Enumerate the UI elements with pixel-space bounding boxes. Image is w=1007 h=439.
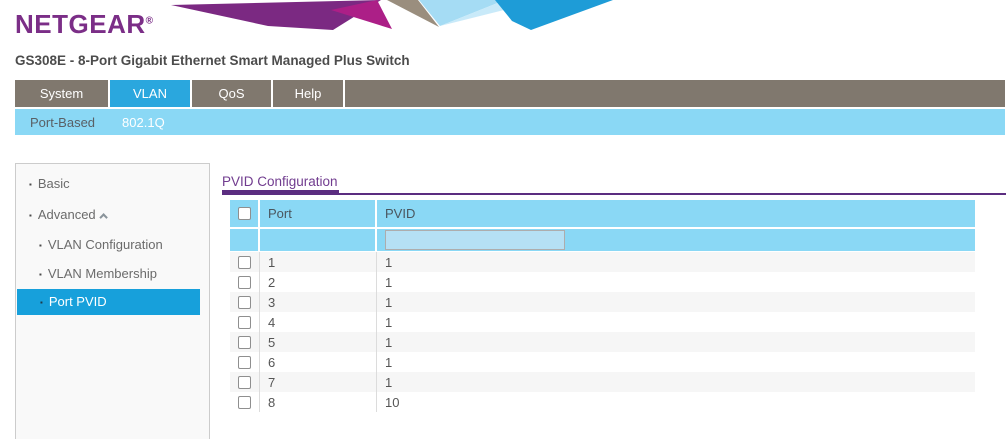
table-row: 4 1 bbox=[230, 312, 975, 332]
row-checkbox[interactable] bbox=[238, 296, 251, 309]
header-checkbox-cell bbox=[230, 200, 260, 227]
section-title: PVID Configuration bbox=[222, 174, 338, 189]
filter-pvid-cell bbox=[377, 229, 975, 251]
subnav-port-based[interactable]: Port-Based bbox=[30, 115, 95, 130]
bullet-icon: ▪ bbox=[40, 298, 43, 307]
table-row: 7 1 bbox=[230, 372, 975, 392]
column-header-pvid: PVID bbox=[377, 200, 975, 227]
pvid-cell: 1 bbox=[377, 332, 975, 352]
port-cell: 6 bbox=[260, 352, 377, 372]
main-nav: System VLAN QoS Help bbox=[15, 80, 1005, 107]
port-cell: 4 bbox=[260, 312, 377, 332]
select-all-checkbox[interactable] bbox=[238, 207, 251, 220]
pvid-cell: 10 bbox=[377, 392, 975, 412]
port-cell: 1 bbox=[260, 252, 377, 272]
pvid-cell: 1 bbox=[377, 252, 975, 272]
row-checkbox[interactable] bbox=[238, 396, 251, 409]
bullet-icon: ▪ bbox=[29, 180, 32, 189]
vlan-subnav: Port-Based 802.1Q bbox=[15, 109, 1005, 135]
pvid-filter-input[interactable] bbox=[385, 230, 565, 250]
table-row: 3 1 bbox=[230, 292, 975, 312]
sidebar-item-label: Advanced bbox=[38, 207, 96, 222]
sidebar-item-port-pvid[interactable]: ▪ Port PVID bbox=[17, 289, 200, 315]
chevron-up-icon bbox=[99, 213, 107, 221]
sidebar-item-label: VLAN Membership bbox=[48, 266, 157, 281]
row-checkbox[interactable] bbox=[238, 356, 251, 369]
netgear-logo-text: NETGEAR bbox=[15, 9, 146, 39]
row-checkbox[interactable] bbox=[238, 376, 251, 389]
page-title: GS308E - 8-Port Gigabit Ethernet Smart M… bbox=[15, 53, 410, 68]
port-cell: 3 bbox=[260, 292, 377, 312]
sidebar-item-label: VLAN Configuration bbox=[48, 237, 163, 252]
filter-checkbox-cell bbox=[230, 229, 260, 251]
pvid-cell: 1 bbox=[377, 372, 975, 392]
bullet-icon: ▪ bbox=[29, 211, 32, 220]
table-row: 1 1 bbox=[230, 252, 975, 272]
section-rule-accent bbox=[222, 190, 339, 195]
sidebar-item-advanced[interactable]: ▪ Advanced bbox=[16, 203, 209, 227]
tab-qos[interactable]: QoS bbox=[192, 80, 273, 107]
sidebar-item-vlan-membership[interactable]: ▪ VLAN Membership bbox=[16, 262, 209, 286]
sidebar-item-vlan-configuration[interactable]: ▪ VLAN Configuration bbox=[16, 233, 209, 257]
port-cell: 8 bbox=[260, 392, 377, 412]
sidebar-item-label: Port PVID bbox=[49, 294, 107, 309]
sidebar-item-label: Basic bbox=[38, 176, 70, 191]
section-rule bbox=[222, 193, 1006, 195]
filter-port-cell bbox=[260, 229, 377, 251]
tab-vlan[interactable]: VLAN bbox=[110, 80, 192, 107]
sidebar-item-basic[interactable]: ▪ Basic bbox=[16, 172, 209, 196]
port-cell: 7 bbox=[260, 372, 377, 392]
port-cell: 2 bbox=[260, 272, 377, 292]
header-banner-graphic bbox=[163, 0, 613, 30]
pvid-table: Port PVID 1 1 2 1 3 1 4 1 5 1 6 1 bbox=[230, 200, 975, 412]
port-cell: 5 bbox=[260, 332, 377, 352]
pvid-cell: 1 bbox=[377, 352, 975, 372]
pvid-cell: 1 bbox=[377, 272, 975, 292]
pvid-cell: 1 bbox=[377, 312, 975, 332]
registered-mark: ® bbox=[146, 15, 154, 26]
table-row: 8 10 bbox=[230, 392, 975, 412]
bullet-icon: ▪ bbox=[39, 241, 42, 250]
bullet-icon: ▪ bbox=[39, 270, 42, 279]
tab-help[interactable]: Help bbox=[273, 80, 345, 107]
netgear-logo: NETGEAR® bbox=[15, 9, 154, 40]
table-header-row: Port PVID bbox=[230, 200, 975, 227]
table-row: 5 1 bbox=[230, 332, 975, 352]
row-checkbox[interactable] bbox=[238, 336, 251, 349]
tab-system[interactable]: System bbox=[15, 80, 110, 107]
subnav-8021q[interactable]: 802.1Q bbox=[122, 115, 165, 130]
row-checkbox[interactable] bbox=[238, 316, 251, 329]
table-filter-row bbox=[230, 229, 975, 251]
row-checkbox[interactable] bbox=[238, 256, 251, 269]
column-header-port: Port bbox=[260, 200, 377, 227]
table-row: 2 1 bbox=[230, 272, 975, 292]
sidebar: ▪ Basic ▪ Advanced ▪ VLAN Configuration ▪ VL… bbox=[15, 163, 210, 439]
pvid-cell: 1 bbox=[377, 292, 975, 312]
table-row: 6 1 bbox=[230, 352, 975, 372]
row-checkbox[interactable] bbox=[238, 276, 251, 289]
